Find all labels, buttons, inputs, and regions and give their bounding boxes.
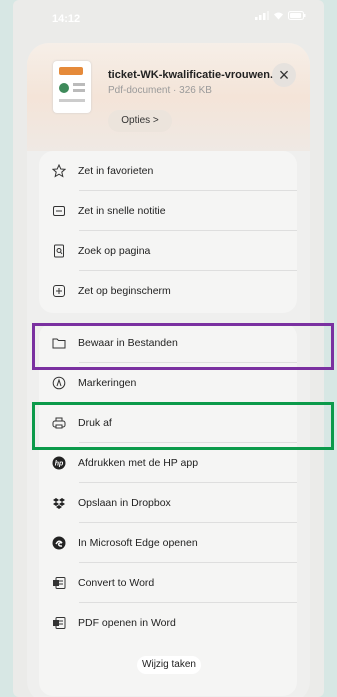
hp-icon: hp	[52, 456, 66, 470]
action-quick-note[interactable]: Zet in snelle notitie	[39, 191, 297, 231]
action-label: Zet op beginscherm	[78, 285, 171, 297]
action-group-2: Bewaar in Bestanden Markeringen Druk af	[39, 323, 297, 696]
word-icon	[52, 576, 66, 590]
status-icons	[255, 11, 306, 23]
close-button[interactable]: ×	[272, 63, 296, 87]
star-icon	[52, 164, 66, 178]
action-convert-to-word[interactable]: Convert to Word	[39, 563, 297, 603]
action-open-in-word[interactable]: PDF openen in Word	[39, 603, 297, 643]
action-label: PDF openen in Word	[78, 617, 176, 629]
action-label: Zet in snelle notitie	[78, 205, 166, 217]
action-edge[interactable]: In Microsoft Edge openen	[39, 523, 297, 563]
action-label: Convert to Word	[78, 577, 155, 589]
close-icon: ×	[278, 65, 290, 85]
share-sheet: ticket-WK-kwalificatie-vrouwen... Pdf-do…	[27, 43, 310, 697]
action-label: Zoek op pagina	[78, 245, 151, 257]
edge-icon	[52, 536, 66, 550]
action-label: In Microsoft Edge openen	[78, 537, 198, 549]
find-on-page-icon	[52, 244, 66, 258]
action-dropbox[interactable]: Opslaan in Dropbox	[39, 483, 297, 523]
action-label: Markeringen	[78, 377, 137, 389]
highlight-box-green	[32, 402, 334, 450]
add-to-home-icon	[52, 284, 66, 298]
status-time: 14:12	[52, 13, 81, 25]
markup-icon	[52, 376, 66, 390]
dropbox-icon	[52, 496, 66, 510]
options-button[interactable]: Opties >	[108, 110, 172, 132]
action-favorites[interactable]: Zet in favorieten	[39, 151, 297, 191]
quick-note-icon	[52, 204, 66, 218]
action-find-on-page[interactable]: Zoek op pagina	[39, 231, 297, 271]
status-bar: 14:12	[13, 0, 324, 36]
highlight-box-purple	[32, 323, 334, 370]
edit-actions-button[interactable]: Wijzig taken	[137, 656, 201, 674]
svg-text:hp: hp	[55, 461, 64, 468]
action-label: Opslaan in Dropbox	[78, 497, 171, 509]
action-label: Afdrukken met de HP app	[78, 457, 199, 469]
pdf-thumbnail	[53, 61, 91, 113]
battery-icon	[288, 11, 306, 23]
action-add-to-home[interactable]: Zet op beginscherm	[39, 271, 297, 311]
action-label: Zet in favorieten	[78, 165, 154, 177]
signal-icon	[255, 11, 269, 23]
file-name: ticket-WK-kwalificatie-vrouwen...	[108, 69, 280, 81]
wifi-icon	[273, 11, 284, 23]
action-group-1: Zet in favorieten Zet in snelle notitie …	[39, 151, 297, 313]
file-meta: Pdf-document · 326 KB	[108, 85, 212, 96]
word-icon	[52, 616, 66, 630]
